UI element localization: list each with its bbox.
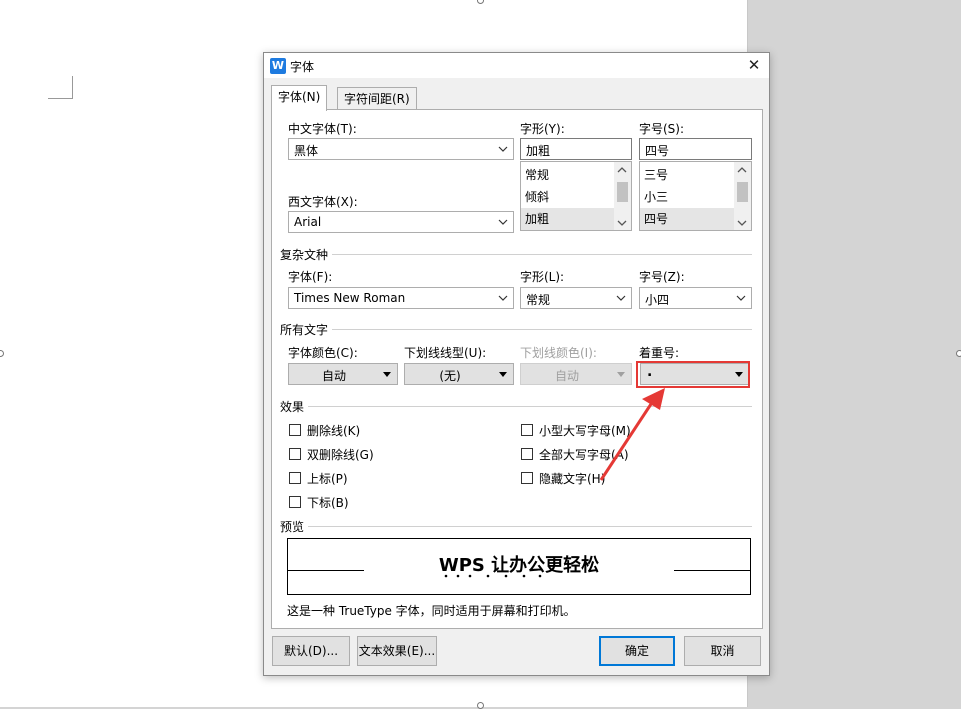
tab-character-spacing[interactable]: 字符间距(R): [337, 87, 417, 110]
page-corner-marker: [48, 76, 73, 99]
section-title: 复杂文种: [280, 248, 333, 262]
chevron-down-icon: [498, 295, 508, 301]
size-input[interactable]: 四号: [639, 138, 752, 160]
double-strikethrough-checkbox[interactable]: [289, 448, 301, 460]
cs-size-value: 小四: [645, 293, 670, 307]
style-list[interactable]: 常规 倾斜 加粗: [520, 161, 632, 231]
strikethrough-checkbox[interactable]: [289, 424, 301, 436]
cjk-font-value: 黑体: [294, 144, 319, 158]
size-list[interactable]: 三号 小三 四号: [639, 161, 752, 231]
hidden-text-label[interactable]: 隐藏文字(H): [539, 470, 605, 487]
section-all-text: 所有文字: [280, 321, 752, 337]
style-input-value: 加粗: [526, 144, 551, 158]
dialog-titlebar: W 字体 ✕: [264, 53, 769, 78]
resize-handle-bottom[interactable]: [477, 702, 484, 709]
list-item-selected[interactable]: 加粗: [521, 208, 615, 230]
cjk-font-label: 中文字体(T):: [288, 122, 357, 136]
size-list-scrollbar[interactable]: [734, 162, 751, 230]
preview-box: WPS 让办公更轻松: [287, 538, 751, 595]
style-list-scrollbar[interactable]: [614, 162, 631, 230]
dialog-title: 字体: [290, 60, 315, 74]
cjk-font-select[interactable]: 黑体: [288, 138, 514, 160]
resize-handle-right[interactable]: [956, 350, 961, 357]
triangle-down-icon: [617, 372, 625, 377]
underline-style-dropdown[interactable]: (无): [404, 363, 514, 385]
font-color-dropdown[interactable]: 自动: [288, 363, 398, 385]
scroll-thumb[interactable]: [737, 182, 748, 202]
hidden-text-checkbox[interactable]: [521, 472, 533, 484]
default-button[interactable]: 默认(D)...: [272, 636, 350, 666]
double-strikethrough-label[interactable]: 双删除线(G): [307, 446, 374, 463]
cs-size-label: 字号(Z):: [639, 270, 685, 284]
close-icon[interactable]: ✕: [745, 56, 763, 74]
scroll-up-icon[interactable]: [737, 165, 747, 175]
cs-size-select[interactable]: 小四: [639, 287, 752, 309]
wps-icon: W: [270, 58, 286, 74]
cs-style-select[interactable]: 常规: [520, 287, 632, 309]
cs-style-value: 常规: [526, 293, 551, 307]
underline-color-dropdown: 自动: [520, 363, 632, 385]
size-input-value: 四号: [645, 144, 670, 158]
size-label: 字号(S):: [639, 122, 685, 136]
annotation-highlight-box: [636, 361, 750, 388]
western-font-select[interactable]: Arial: [288, 211, 514, 233]
underline-color-label: 下划线颜色(I):: [520, 346, 597, 360]
underline-style-label: 下划线线型(U):: [404, 346, 487, 360]
chevron-down-icon: [616, 295, 626, 301]
strikethrough-label[interactable]: 删除线(K): [307, 422, 360, 439]
tab-font[interactable]: 字体(N): [271, 85, 328, 111]
font-color-value: 自动: [321, 369, 346, 383]
emphasis-mark-label: 着重号:: [639, 346, 680, 360]
superscript-label[interactable]: 上标(P): [307, 470, 348, 487]
chevron-down-icon: [498, 146, 508, 152]
style-label: 字形(Y):: [520, 122, 565, 136]
cancel-button[interactable]: 取消: [684, 636, 761, 666]
list-item[interactable]: 常规: [521, 164, 615, 186]
list-item-selected[interactable]: 四号: [640, 208, 735, 230]
subscript-checkbox[interactable]: [289, 496, 301, 508]
ok-button[interactable]: 确定: [599, 636, 675, 666]
section-title: 预览: [280, 520, 309, 534]
small-caps-checkbox[interactable]: [521, 424, 533, 436]
chevron-down-icon: [498, 219, 508, 225]
small-caps-label[interactable]: 小型大写字母(M): [539, 422, 631, 439]
all-caps-checkbox[interactable]: [521, 448, 533, 460]
superscript-checkbox[interactable]: [289, 472, 301, 484]
scroll-down-icon[interactable]: [737, 218, 747, 228]
western-font-label: 西文字体(X):: [288, 195, 358, 209]
cs-font-label: 字体(F):: [288, 270, 333, 284]
emphasis-dots: [444, 574, 542, 578]
chevron-down-icon: [736, 295, 746, 301]
font-color-label: 字体颜色(C):: [288, 346, 358, 360]
text-effects-button[interactable]: 文本效果(E)...: [357, 636, 437, 666]
subscript-label[interactable]: 下标(B): [307, 494, 349, 511]
scroll-down-icon[interactable]: [617, 218, 627, 228]
all-caps-label[interactable]: 全部大写字母(A): [539, 446, 629, 463]
section-title: 所有文字: [280, 323, 333, 337]
section-title: 效果: [280, 400, 309, 414]
cs-font-select[interactable]: Times New Roman: [288, 287, 514, 309]
underline-style-value: (无): [439, 369, 461, 383]
list-item[interactable]: 三号: [640, 164, 735, 186]
list-item[interactable]: 小三: [640, 186, 735, 208]
section-effects: 效果: [280, 398, 752, 414]
section-preview: 预览: [280, 518, 752, 534]
western-font-value: Arial: [294, 215, 322, 229]
cs-font-value: Times New Roman: [294, 291, 406, 305]
scroll-thumb[interactable]: [617, 182, 628, 202]
triangle-down-icon: [383, 372, 391, 377]
section-complex-script: 复杂文种: [280, 246, 752, 262]
style-input[interactable]: 加粗: [520, 138, 632, 160]
preview-note: 这是一种 TrueType 字体，同时适用于屏幕和打印机。: [287, 604, 576, 618]
scroll-up-icon[interactable]: [617, 165, 627, 175]
cs-style-label: 字形(L):: [520, 270, 565, 284]
triangle-down-icon: [499, 372, 507, 377]
underline-color-value: 自动: [554, 369, 579, 383]
list-item[interactable]: 倾斜: [521, 186, 615, 208]
